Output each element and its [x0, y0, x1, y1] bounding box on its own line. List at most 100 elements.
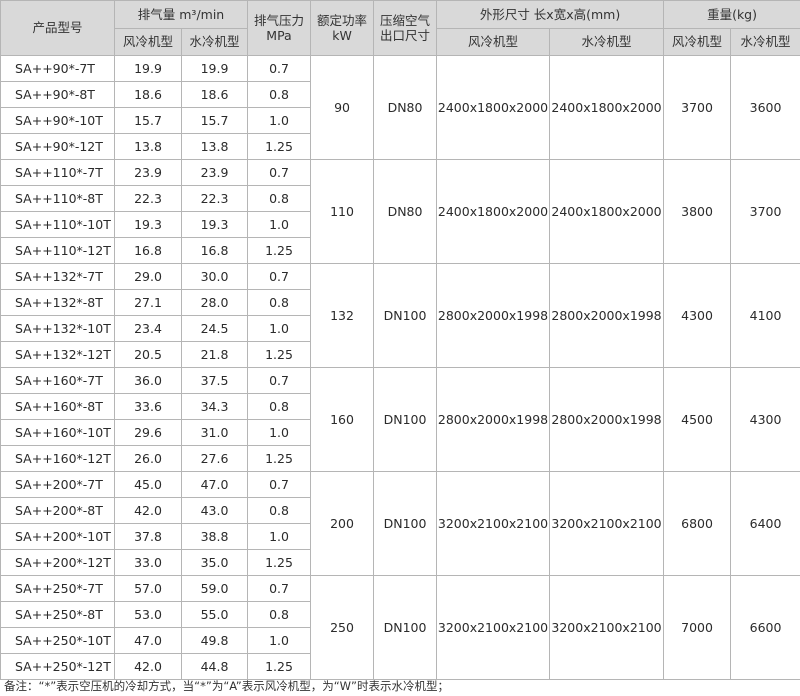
cell-pressure: 0.7: [247, 159, 312, 186]
cell-air-delivery-air-cooled: 19.9: [114, 55, 182, 82]
cell-pressure: 1.0: [247, 315, 312, 342]
header-weight-air-cooled: 风冷机型: [663, 28, 732, 56]
header-power: 额定功率 kW: [310, 0, 375, 56]
cell-weight-air-cooled: 3800: [663, 159, 732, 264]
cell-pressure: 0.8: [247, 393, 312, 420]
cell-air-delivery-air-cooled: 13.8: [114, 133, 182, 160]
header-weight: 重量(kg): [663, 0, 800, 29]
cell-outlet: DN80: [373, 159, 438, 264]
header-model: 产品型号: [0, 0, 115, 56]
cell-pressure: 0.8: [247, 81, 312, 108]
cell-model: SA++132*-12T: [0, 341, 115, 368]
cell-weight-air-cooled: 6800: [663, 471, 732, 576]
spec-table: 产品型号 排气量 m³/min 排气压力 MPa 额定功率 kW 压缩空气 出口…: [0, 0, 800, 680]
cell-power: 160: [310, 367, 375, 472]
cell-air-delivery-water-cooled: 28.0: [180, 289, 249, 316]
cell-pressure: 0.7: [247, 263, 312, 290]
cell-model: SA++250*-10T: [0, 627, 115, 654]
cell-pressure: 0.7: [247, 575, 312, 602]
cell-air-delivery-water-cooled: 49.8: [180, 627, 249, 654]
cell-air-delivery-air-cooled: 16.8: [114, 237, 182, 264]
cell-dimensions-water-cooled: 2800x2000x1998: [549, 263, 665, 368]
cell-power: 132: [310, 263, 375, 368]
cell-air-delivery-water-cooled: 59.0: [180, 575, 249, 602]
header-pressure: 排气压力 MPa: [247, 0, 312, 56]
cell-pressure: 0.8: [247, 497, 312, 524]
cell-air-delivery-water-cooled: 37.5: [180, 367, 249, 394]
cell-weight-water-cooled: 3700: [730, 159, 800, 264]
cell-dimensions-water-cooled: 2800x2000x1998: [549, 367, 665, 472]
cell-model: SA++200*-8T: [0, 497, 115, 524]
cell-model: SA++250*-8T: [0, 601, 115, 628]
cell-air-delivery-water-cooled: 35.0: [180, 549, 249, 576]
cell-weight-water-cooled: 4300: [730, 367, 800, 472]
cell-model: SA++160*-7T: [0, 367, 115, 394]
cell-weight-water-cooled: 3600: [730, 55, 800, 160]
cell-air-delivery-air-cooled: 36.0: [114, 367, 182, 394]
cell-air-delivery-air-cooled: 22.3: [114, 185, 182, 212]
header-weight-water-cooled: 水冷机型: [730, 28, 800, 56]
cell-dimensions-water-cooled: 3200x2100x2100: [549, 471, 665, 576]
cell-model: SA++250*-12T: [0, 653, 115, 680]
cell-pressure: 0.7: [247, 471, 312, 498]
table-row: SA++200*-7T 45.0 47.0 0.7 200 DN100 3200x2100x…: [0, 471, 800, 576]
cell-model: SA++90*-8T: [0, 81, 115, 108]
cell-pressure: 1.25: [247, 653, 312, 680]
cell-dimensions-air-cooled: 3200x2100x2100: [436, 471, 551, 576]
cell-model: SA++160*-10T: [0, 419, 115, 446]
table-row: SA++132*-7T 29.0 30.0 0.7 132 DN100 2800x2000x…: [0, 263, 800, 368]
cell-air-delivery-water-cooled: 24.5: [180, 315, 249, 342]
header-dimensions: 外形尺寸 长x宽x高(mm): [436, 0, 665, 29]
cell-pressure: 1.0: [247, 107, 312, 134]
cell-model: SA++160*-12T: [0, 445, 115, 472]
header-outlet-label-2: 出口尺寸: [380, 28, 431, 43]
cell-air-delivery-water-cooled: 19.3: [180, 211, 249, 238]
cell-air-delivery-water-cooled: 44.8: [180, 653, 249, 680]
cell-model: SA++132*-10T: [0, 315, 115, 342]
cell-air-delivery-air-cooled: 33.6: [114, 393, 182, 420]
cell-air-delivery-water-cooled: 47.0: [180, 471, 249, 498]
table-body: SA++90*-7T 19.9 19.9 0.7 90 DN80 2400x1800x200…: [0, 55, 800, 680]
cell-power: 90: [310, 55, 375, 160]
cell-pressure: 0.8: [247, 289, 312, 316]
cell-model: SA++160*-8T: [0, 393, 115, 420]
cell-air-delivery-air-cooled: 15.7: [114, 107, 182, 134]
cell-weight-air-cooled: 4300: [663, 263, 732, 368]
cell-pressure: 1.0: [247, 419, 312, 446]
cell-air-delivery-air-cooled: 19.3: [114, 211, 182, 238]
cell-power: 110: [310, 159, 375, 264]
header-dimensions-air-cooled: 风冷机型: [436, 28, 551, 56]
cell-model: SA++200*-7T: [0, 471, 115, 498]
header-air-delivery-air-cooled: 风冷机型: [114, 28, 182, 56]
cell-air-delivery-air-cooled: 57.0: [114, 575, 182, 602]
cell-air-delivery-water-cooled: 55.0: [180, 601, 249, 628]
cell-air-delivery-water-cooled: 19.9: [180, 55, 249, 82]
cell-weight-air-cooled: 4500: [663, 367, 732, 472]
table-row: SA++160*-7T 36.0 37.5 0.7 160 DN100 2800x2000x…: [0, 367, 800, 472]
table-header: 产品型号 排气量 m³/min 排气压力 MPa 额定功率 kW 压缩空气 出口…: [0, 0, 800, 56]
cell-air-delivery-air-cooled: 53.0: [114, 601, 182, 628]
cell-air-delivery-water-cooled: 43.0: [180, 497, 249, 524]
cell-air-delivery-water-cooled: 15.7: [180, 107, 249, 134]
cell-outlet: DN100: [373, 575, 438, 680]
header-air-delivery-water-cooled: 水冷机型: [180, 28, 249, 56]
cell-air-delivery-water-cooled: 13.8: [180, 133, 249, 160]
cell-air-delivery-air-cooled: 37.8: [114, 523, 182, 550]
cell-air-delivery-water-cooled: 23.9: [180, 159, 249, 186]
cell-air-delivery-air-cooled: 33.0: [114, 549, 182, 576]
header-dimensions-water-cooled: 水冷机型: [549, 28, 665, 56]
cell-dimensions-air-cooled: 2800x2000x1998: [436, 367, 551, 472]
header-air-delivery: 排气量 m³/min: [113, 0, 249, 29]
cell-weight-air-cooled: 7000: [663, 575, 732, 680]
cell-pressure: 1.0: [247, 523, 312, 550]
cell-model: SA++200*-10T: [0, 523, 115, 550]
cell-pressure: 1.25: [247, 445, 312, 472]
cell-model: SA++90*-7T: [0, 55, 115, 82]
header-pressure-unit: MPa: [266, 28, 292, 43]
cell-outlet: DN100: [373, 263, 438, 368]
header-outlet: 压缩空气 出口尺寸: [373, 0, 438, 56]
table-row: SA++90*-7T 19.9 19.9 0.7 90 DN80 2400x1800x200…: [0, 55, 800, 160]
header-pressure-label: 排气压力: [254, 13, 305, 28]
cell-weight-water-cooled: 4100: [730, 263, 800, 368]
cell-pressure: 0.8: [247, 185, 312, 212]
